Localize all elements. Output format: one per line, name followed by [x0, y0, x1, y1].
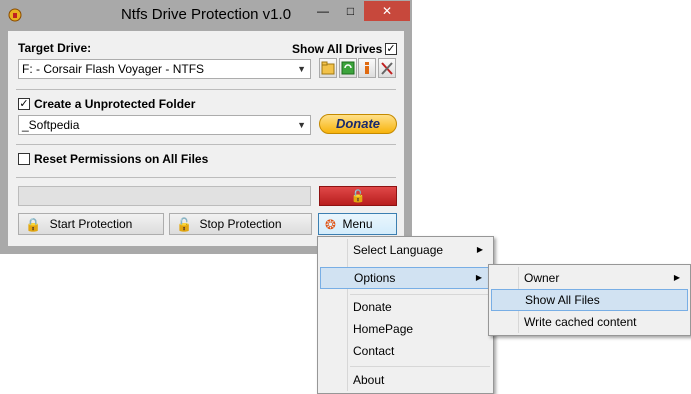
- target-drive-value: F: - Corsair Flash Voyager - NTFS: [22, 62, 205, 76]
- menu-item-label: Contact: [353, 344, 395, 358]
- menu-separator: [350, 294, 490, 295]
- main-menu: Select Language ▶ Options ▶ Donate HomeP…: [317, 236, 494, 394]
- menu-item-label: HomePage: [353, 322, 414, 336]
- menu-item-write-cached-content[interactable]: Write cached content: [491, 311, 688, 333]
- stop-protection-button[interactable]: 🔓 Stop Protection: [169, 213, 312, 235]
- menu-item-label: Options: [354, 271, 396, 285]
- menu-item-donate[interactable]: Donate: [320, 296, 491, 318]
- chevron-down-icon: ▼: [297, 64, 306, 74]
- start-protection-label: Start Protection: [49, 217, 133, 231]
- show-all-drives-label: Show All Drives: [292, 42, 383, 56]
- menu-separator: [350, 366, 490, 367]
- app-window: Ntfs Drive Protection v1.0 — □ ✕ Target …: [0, 0, 412, 254]
- menu-item-show-all-files[interactable]: Show All Files: [491, 289, 688, 311]
- submenu-arrow-icon: ▶: [673, 273, 680, 282]
- main-panel: Target Drive: Show All Drives ✓ F: - Cor…: [8, 31, 404, 246]
- maximize-button[interactable]: □: [337, 1, 364, 21]
- open-folder-button[interactable]: [319, 58, 337, 78]
- progress-bar: [18, 186, 311, 206]
- menu-item-label: Write cached content: [524, 315, 637, 329]
- folder-name-select[interactable]: _Softpedia ▼: [18, 115, 311, 135]
- stop-protection-label: Stop Protection: [199, 217, 282, 231]
- options-submenu: Owner ▶ Show All Files Write cached cont…: [488, 264, 691, 336]
- menu-item-owner[interactable]: Owner ▶: [491, 267, 688, 289]
- menu-item-options[interactable]: Options ▶: [320, 267, 491, 289]
- menu-item-label: Select Language: [353, 243, 444, 257]
- donate-button[interactable]: Donate: [319, 114, 397, 134]
- refresh-icon: [341, 61, 355, 75]
- unlock-icon: 🔓: [350, 189, 366, 203]
- target-drive-select[interactable]: F: - Corsair Flash Voyager - NTFS ▼: [18, 59, 311, 79]
- chevron-down-icon: ▼: [297, 120, 306, 130]
- close-icon: ✕: [381, 4, 393, 18]
- lock-status-button[interactable]: 🔓: [319, 186, 397, 206]
- create-folder-checkbox[interactable]: ✓: [18, 98, 30, 110]
- create-folder-label: Create a Unprotected Folder: [34, 97, 196, 111]
- menu-item-label: Show All Files: [525, 293, 600, 307]
- tools-button[interactable]: [378, 58, 396, 78]
- submenu-arrow-icon: ▶: [476, 245, 483, 254]
- info-icon: [365, 62, 369, 74]
- folder-name-value: _Softpedia: [22, 118, 80, 132]
- lock-green-icon: 🔒: [25, 217, 42, 232]
- lifebuoy-icon: ❂: [325, 217, 336, 232]
- minimize-icon: —: [317, 4, 329, 18]
- menu-item-contact[interactable]: Contact: [320, 340, 491, 362]
- minimize-button[interactable]: —: [309, 1, 337, 21]
- menu-item-label: Owner: [524, 271, 560, 285]
- menu-item-homepage[interactable]: HomePage: [320, 318, 491, 340]
- menu-button[interactable]: ❂ Menu: [318, 213, 397, 235]
- menu-item-label: About: [353, 373, 385, 387]
- separator: [16, 89, 396, 90]
- menu-item-select-language[interactable]: Select Language ▶: [320, 239, 491, 261]
- show-all-drives-checkbox[interactable]: ✓: [385, 43, 397, 55]
- title-bar[interactable]: Ntfs Drive Protection v1.0 — □ ✕: [0, 0, 412, 31]
- menu-item-label: Donate: [353, 300, 392, 314]
- menu-label: Menu: [342, 217, 373, 231]
- menu-item-about[interactable]: About: [320, 369, 491, 391]
- open-folder-icon: [321, 61, 335, 75]
- info-button[interactable]: [358, 58, 376, 78]
- lock-red-icon: 🔓: [176, 217, 193, 232]
- separator: [16, 144, 396, 145]
- submenu-arrow-icon: ▶: [475, 273, 482, 282]
- close-button[interactable]: ✕: [364, 1, 410, 21]
- tools-icon: [381, 62, 393, 75]
- maximize-icon: □: [346, 4, 355, 18]
- target-drive-label: Target Drive:: [18, 41, 92, 55]
- refresh-button[interactable]: [339, 58, 357, 78]
- reset-permissions-label: Reset Permissions on All Files: [34, 152, 209, 166]
- separator: [16, 177, 396, 178]
- reset-permissions-checkbox[interactable]: [18, 153, 30, 165]
- start-protection-button[interactable]: 🔒 Start Protection: [18, 213, 164, 235]
